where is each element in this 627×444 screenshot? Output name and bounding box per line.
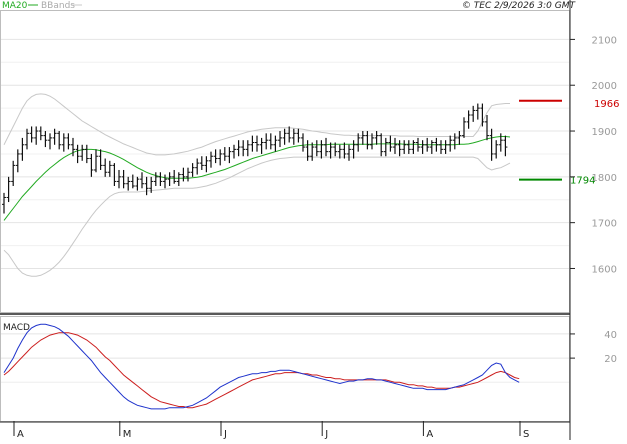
y-tick-label: 1600: [592, 264, 617, 275]
price-chart: 1966 1794 1600 1700 1800 1900 2000 2100 A M J J A S 2…: [0, 0, 627, 440]
y-tick-label: 2000: [592, 81, 617, 92]
x-tick-label: M: [123, 429, 132, 440]
resistance-label: 1966: [594, 99, 619, 110]
y-tick-label: 1800: [592, 173, 617, 184]
macd-panel-frame: [0, 316, 570, 422]
macd-tick-label: 40: [604, 330, 617, 341]
legend-bbands: BBands: [41, 1, 75, 11]
y-tick-label: 1700: [592, 219, 617, 230]
price-panel-frame: [0, 10, 570, 313]
legend-ma20: MA20: [2, 1, 28, 11]
x-tick-label: A: [17, 429, 24, 440]
x-tick-label: J: [223, 429, 227, 440]
macd-panel-label: MACD: [3, 323, 30, 333]
y-tick-label: 2100: [592, 35, 617, 46]
chart-canvas: 19661794 160017001800190020002100A M J J A S2…: [0, 0, 619, 440]
x-tick-label: J: [324, 429, 328, 440]
y-tick-label: 1900: [592, 127, 617, 138]
macd-tick-label: 20: [604, 354, 617, 365]
x-tick-label: A: [426, 429, 433, 440]
x-tick-label: S: [523, 429, 529, 440]
chart-timestamp: © TEC 2/9/2026 3:0 GMT: [462, 1, 577, 11]
